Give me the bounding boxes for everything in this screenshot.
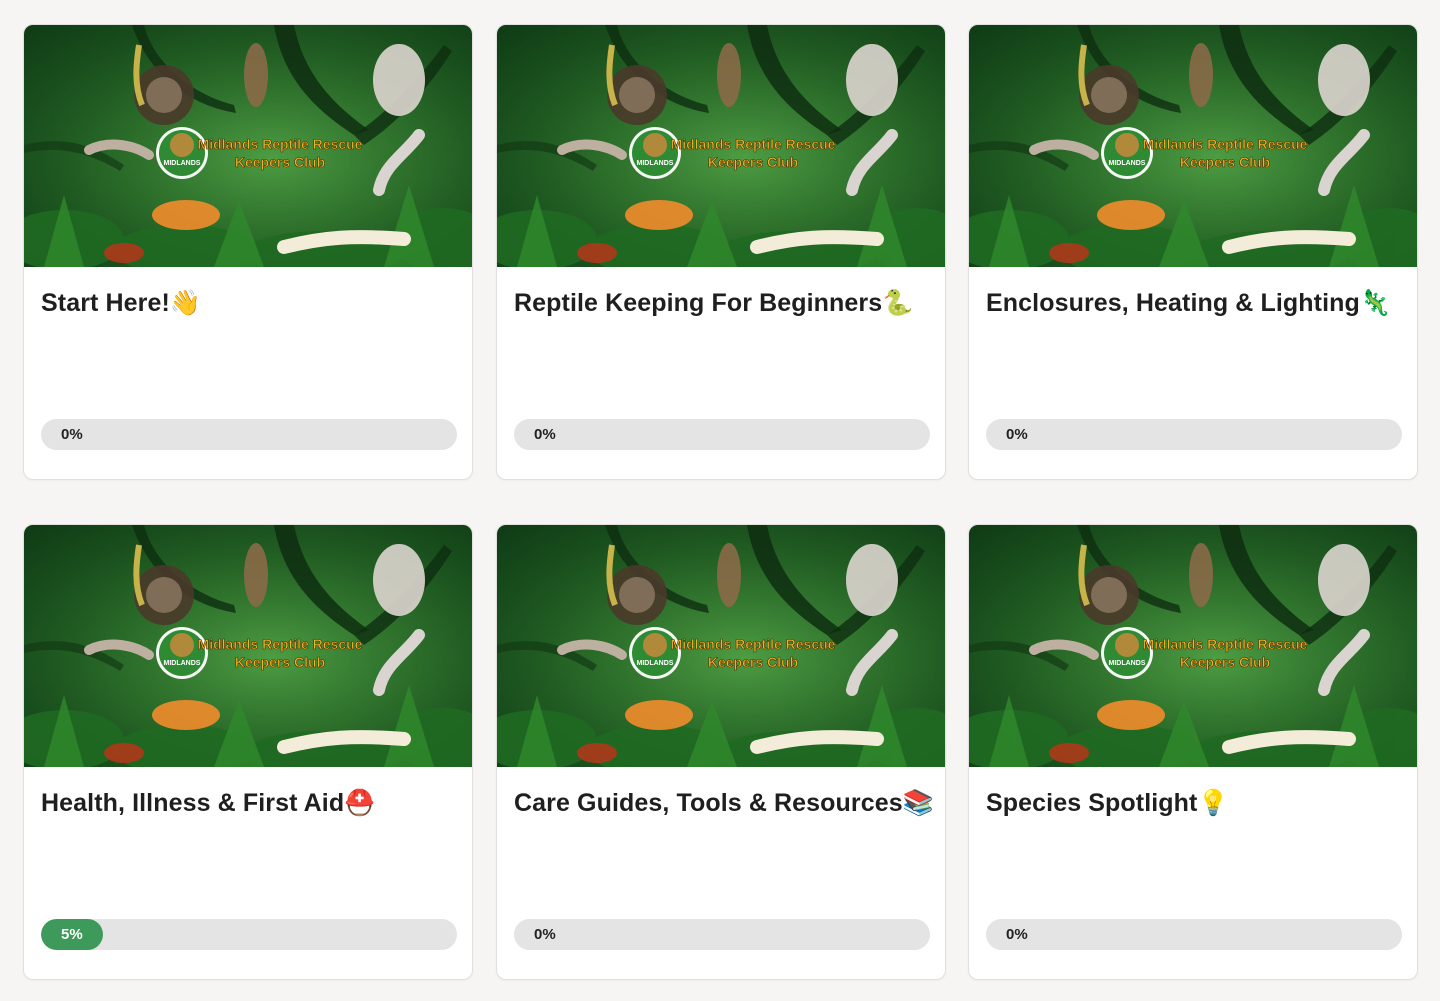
progress-label: 0%: [1006, 926, 1028, 943]
course-card[interactable]: MIDLANDS Midlands Reptile Rescue Keepers…: [496, 24, 946, 480]
course-title: Care Guides, Tools & Resources📚: [514, 789, 934, 817]
progress-bar: 0%: [514, 419, 930, 450]
svg-text:MIDLANDS: MIDLANDS: [1109, 160, 1146, 167]
svg-text:Keepers Club: Keepers Club: [1180, 654, 1270, 670]
svg-text:Keepers Club: Keepers Club: [1180, 154, 1270, 170]
svg-text:MIDLANDS: MIDLANDS: [637, 660, 674, 667]
svg-text:Midlands Reptile Rescue: Midlands Reptile Rescue: [671, 136, 836, 152]
course-title: Start Here!👋: [41, 289, 202, 317]
svg-text:Midlands Reptile Rescue: Midlands Reptile Rescue: [671, 636, 836, 652]
course-banner-image: MIDLANDS Midlands Reptile Rescue Keepers…: [497, 525, 945, 767]
progress-label: 5%: [61, 926, 83, 943]
svg-text:Keepers Club: Keepers Club: [235, 154, 325, 170]
progress-bar: 0%: [986, 919, 1402, 950]
progress-bar: 0%: [514, 919, 930, 950]
course-banner-image: MIDLANDS Midlands Reptile Rescue Keepers…: [969, 525, 1417, 767]
course-card[interactable]: MIDLANDS Midlands Reptile Rescue Keepers…: [968, 524, 1418, 980]
course-banner-image: MIDLANDS Midlands Reptile Rescue Keepers…: [24, 25, 472, 267]
svg-text:Midlands Reptile Rescue: Midlands Reptile Rescue: [1143, 136, 1308, 152]
svg-text:Keepers Club: Keepers Club: [235, 654, 325, 670]
progress-bar: 0%: [41, 419, 457, 450]
svg-text:MIDLANDS: MIDLANDS: [164, 660, 201, 667]
course-card[interactable]: MIDLANDS Midlands Reptile Rescue Keepers…: [496, 524, 946, 980]
svg-text:Midlands Reptile Rescue: Midlands Reptile Rescue: [198, 136, 363, 152]
course-title: Species Spotlight💡: [986, 789, 1229, 817]
course-card[interactable]: MIDLANDS Midlands Reptile Rescue Keepers…: [23, 524, 473, 980]
progress-bar: 0%: [986, 419, 1402, 450]
course-card[interactable]: MIDLANDS Midlands Reptile Rescue Keepers…: [23, 24, 473, 480]
course-banner-image: MIDLANDS Midlands Reptile Rescue Keepers…: [969, 25, 1417, 267]
progress-label: 0%: [534, 426, 556, 443]
svg-text:Midlands Reptile Rescue: Midlands Reptile Rescue: [198, 636, 363, 652]
svg-text:Midlands Reptile Rescue: Midlands Reptile Rescue: [1143, 636, 1308, 652]
progress-bar: 5%: [41, 919, 457, 950]
course-title: Enclosures, Heating & Lighting🦎: [986, 289, 1392, 317]
progress-label: 0%: [1006, 426, 1028, 443]
svg-text:Keepers Club: Keepers Club: [708, 654, 798, 670]
course-banner-image: MIDLANDS Midlands Reptile Rescue Keepers…: [497, 25, 945, 267]
course-title: Reptile Keeping For Beginners🐍: [514, 289, 914, 317]
svg-text:MIDLANDS: MIDLANDS: [637, 160, 674, 167]
svg-text:MIDLANDS: MIDLANDS: [1109, 660, 1146, 667]
progress-label: 0%: [534, 926, 556, 943]
course-title: Health, Illness & First Aid⛑️: [41, 789, 376, 817]
progress-label: 0%: [61, 426, 83, 443]
course-card[interactable]: MIDLANDS Midlands Reptile Rescue Keepers…: [968, 24, 1418, 480]
svg-text:MIDLANDS: MIDLANDS: [164, 160, 201, 167]
course-grid: MIDLANDS Midlands Reptile Rescue Keepers…: [0, 0, 1440, 1001]
svg-text:Keepers Club: Keepers Club: [708, 154, 798, 170]
course-banner-image: MIDLANDS Midlands Reptile Rescue Keepers…: [24, 525, 472, 767]
